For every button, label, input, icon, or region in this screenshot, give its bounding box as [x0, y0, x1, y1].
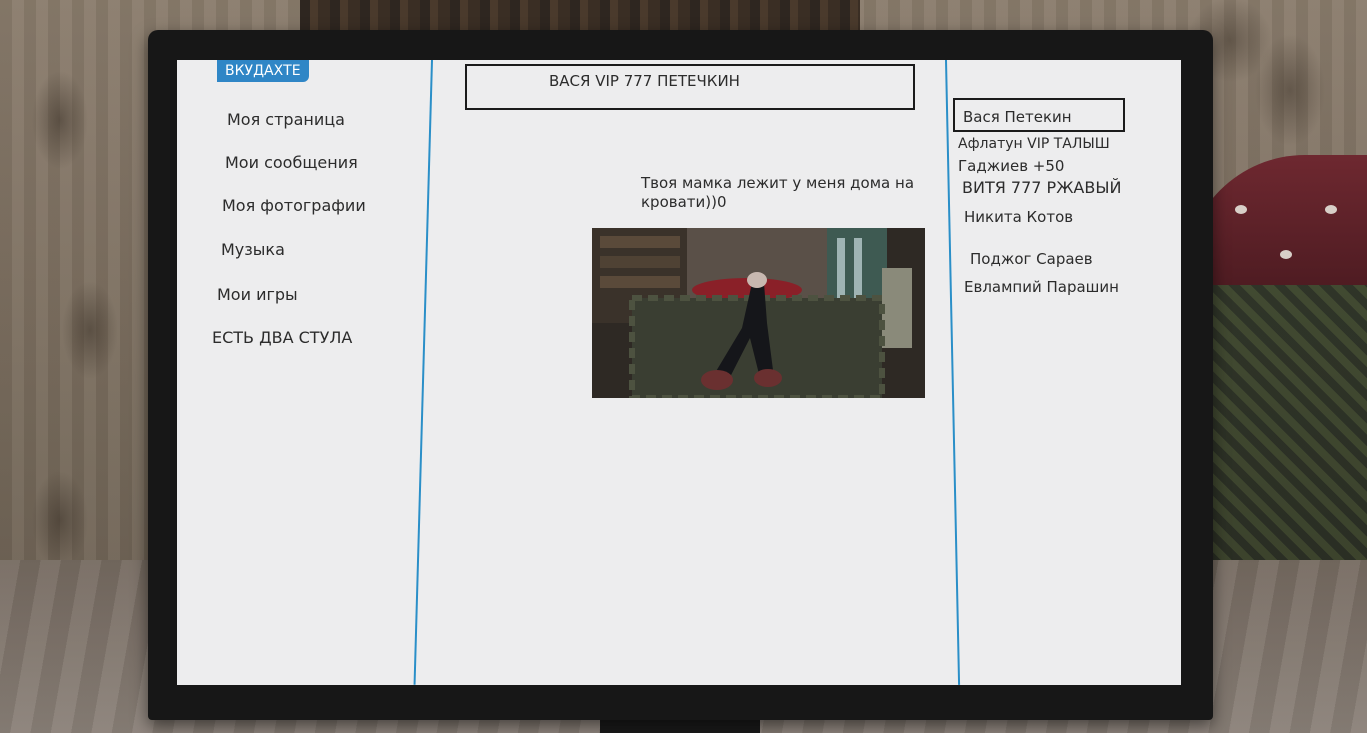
friend-item[interactable]: Никита Котов — [964, 208, 1073, 226]
bedroom-photo-image — [592, 228, 925, 398]
headboard-button — [1235, 205, 1247, 214]
post-photo[interactable] — [592, 228, 925, 398]
post-text: Твоя мамка лежит у меня дома на кровати)… — [641, 174, 915, 211]
headboard-button — [1280, 250, 1292, 259]
headboard-button — [1325, 205, 1337, 214]
right-column-divider — [945, 60, 961, 685]
game-scene: ВКУДАХТЕ Моя страница Мои сообщения Моя … — [0, 0, 1367, 733]
profile-name: ВАСЯ VIP 777 ПЕТЕЧКИН — [549, 72, 740, 90]
site-logo[interactable]: ВКУДАХТЕ — [217, 60, 309, 82]
friend-item[interactable]: Афлатун VIP ТАЛЫШ — [958, 136, 1110, 152]
monitor-screen[interactable]: ВКУДАХТЕ Моя страница Мои сообщения Моя … — [177, 60, 1181, 685]
friend-item[interactable]: Поджог Сараев — [970, 250, 1093, 268]
nav-my-games[interactable]: Мои игры — [217, 285, 298, 304]
nav-music[interactable]: Музыка — [221, 240, 285, 259]
left-column-divider — [413, 60, 433, 685]
friend-item[interactable]: Вася Петекин — [963, 108, 1072, 126]
friend-item[interactable]: ВИТЯ 777 РЖАВЫЙ — [962, 178, 1121, 197]
nav-my-page[interactable]: Моя страница — [227, 110, 345, 129]
nav-my-photos[interactable]: Моя фотографии — [222, 196, 366, 215]
friend-item[interactable]: Евлампий Парашин — [964, 278, 1119, 296]
friend-item[interactable]: Гаджиев +50 — [958, 157, 1064, 175]
nav-two-chairs[interactable]: ЕСТЬ ДВА СТУЛА — [212, 328, 352, 347]
nav-my-messages[interactable]: Мои сообщения — [225, 153, 358, 172]
